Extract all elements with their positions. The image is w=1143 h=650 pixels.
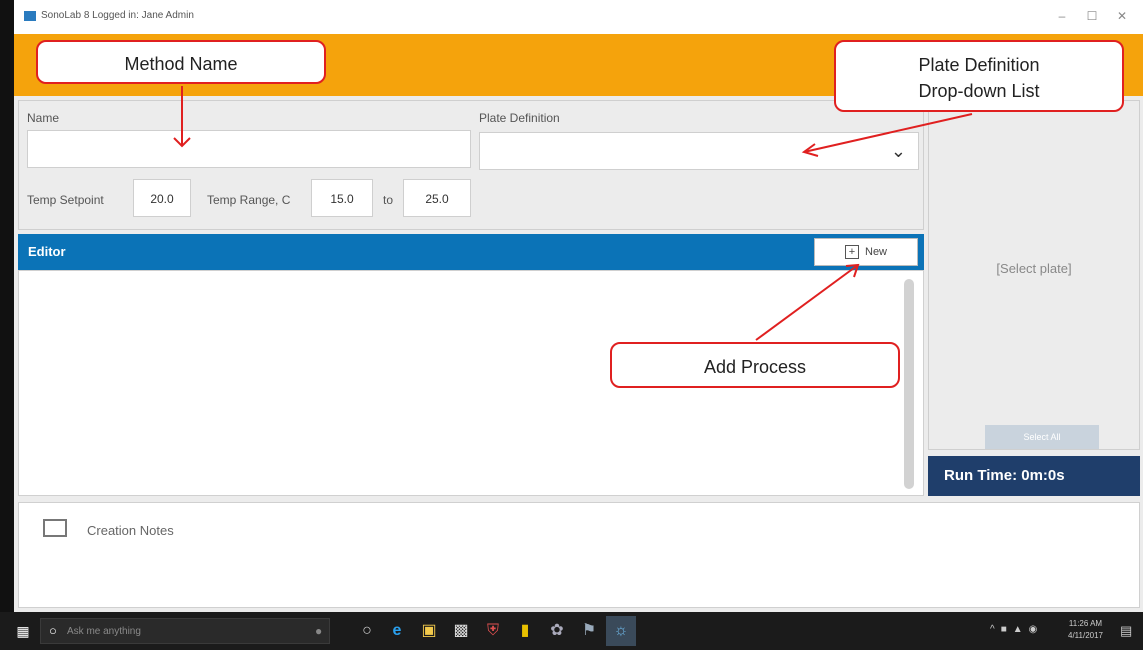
method-name-callout: Method Name xyxy=(36,40,326,84)
search-placeholder: Ask me anything xyxy=(67,626,141,637)
file-explorer-icon[interactable]: ▣ xyxy=(418,620,440,642)
tool-app-icon[interactable]: ⚑ xyxy=(578,620,600,642)
plate-definition-callout-line1: Plate Definition xyxy=(918,55,1040,75)
add-process-callout: Add Process xyxy=(610,342,900,388)
plate-definition-callout: Plate Definition Drop-down List xyxy=(834,40,1124,112)
task-view-icon[interactable]: ○ xyxy=(356,620,378,642)
paint-app-icon[interactable]: ✿ xyxy=(546,620,568,642)
taskbar-clock[interactable]: 11:26 AM 4/11/2017 xyxy=(1068,618,1103,642)
clock-time: 11:26 AM xyxy=(1068,619,1103,628)
edge-browser-icon[interactable]: e xyxy=(386,620,408,642)
add-process-arrow xyxy=(755,264,859,341)
sticky-app-icon[interactable]: ▮ xyxy=(514,620,536,642)
windows-taskbar: ▦ ○ Ask me anything ● ○ e ▣ ▩ ⛨ ▮ ✿ ⚑ ☼ … xyxy=(0,612,1143,650)
notifications-icon[interactable]: ▤ xyxy=(1120,623,1132,639)
plate-definition-callout-line2: Drop-down List xyxy=(918,81,1040,101)
start-windows-icon[interactable]: ▦ xyxy=(12,620,34,642)
microphone-icon: ● xyxy=(315,624,323,638)
plate-definition-arrow xyxy=(803,113,973,153)
security-shield-icon[interactable]: ⛨ xyxy=(482,620,504,642)
clock-date: 4/11/2017 xyxy=(1068,631,1103,640)
cortana-search-box[interactable]: ○ Ask me anything ● xyxy=(40,618,330,644)
store-icon[interactable]: ▩ xyxy=(450,620,472,642)
system-tray-icons[interactable]: ^■▲◉ xyxy=(990,624,1043,635)
sonolab-app-icon[interactable]: ☼ xyxy=(606,616,636,646)
cortana-circle-icon: ○ xyxy=(49,623,57,638)
